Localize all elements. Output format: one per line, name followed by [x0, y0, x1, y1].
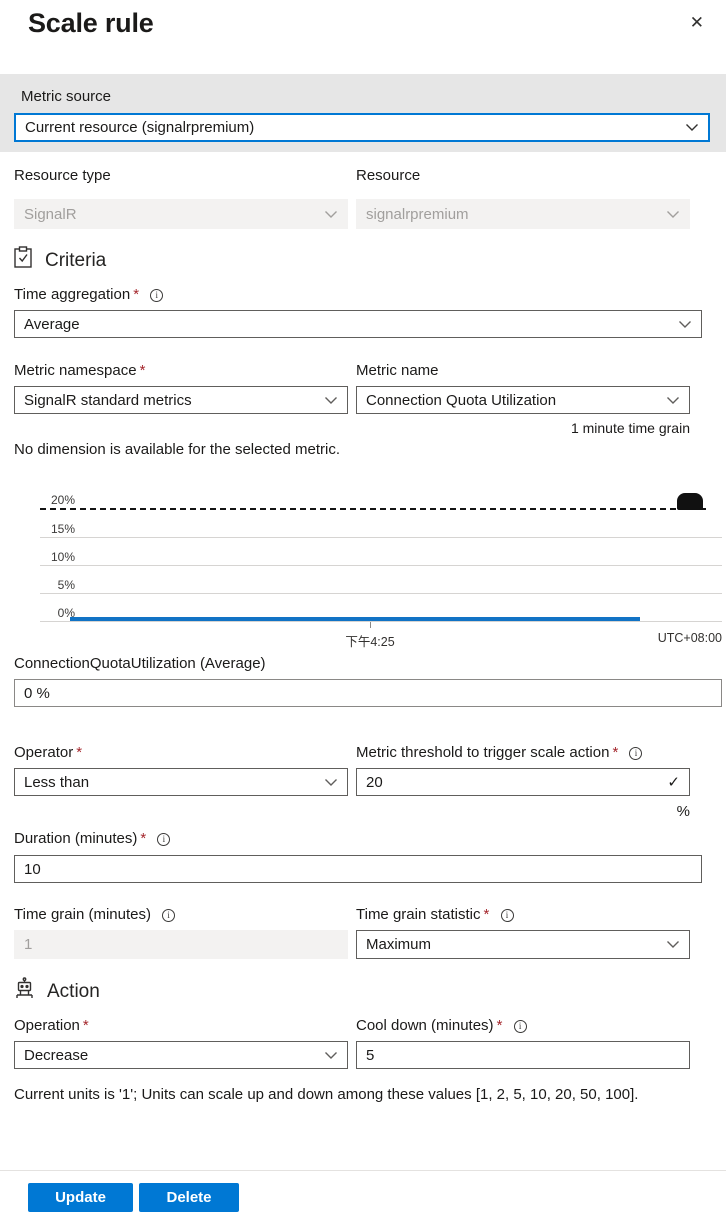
required-asterisk: * [497, 1017, 503, 1034]
duration-label: Duration (minutes)* i [14, 830, 170, 847]
metric-name-dropdown[interactable]: Connection Quota Utilization [356, 386, 690, 414]
operator-dropdown[interactable]: Less than [14, 768, 348, 796]
duration-input[interactable]: 10 [14, 855, 702, 883]
info-icon[interactable]: i [629, 747, 642, 760]
metric-namespace-label: Metric namespace* [14, 362, 145, 379]
required-asterisk: * [140, 830, 146, 847]
robot-icon [14, 977, 35, 1006]
valid-check-icon: ✓ [667, 773, 680, 791]
operator-label: Operator* [14, 744, 82, 761]
threshold-drag-handle[interactable] [677, 493, 703, 510]
metric-name-label: Metric name [356, 362, 439, 379]
metric-source-value: Current resource (signalrpremium) [25, 119, 254, 136]
info-icon[interactable]: i [157, 833, 170, 846]
time-grain-statistic-value: Maximum [366, 936, 431, 953]
time-aggregation-label: Time aggregation* i [14, 286, 163, 303]
required-asterisk: * [76, 744, 82, 761]
metric-source-band: Metric source Current resource (signalrp… [0, 74, 726, 152]
y-tick: 15% [15, 522, 75, 536]
time-grain-statistic-dropdown[interactable]: Maximum [356, 930, 690, 959]
chevron-down-icon [666, 206, 680, 223]
chevron-down-icon [324, 392, 338, 409]
info-icon[interactable]: i [162, 909, 175, 922]
close-icon[interactable]: ✕ [690, 14, 704, 31]
cooldown-label: Cool down (minutes)* i [356, 1017, 527, 1034]
chevron-down-icon [678, 316, 692, 333]
action-section-title: Action [47, 981, 100, 1003]
chevron-down-icon [324, 1047, 338, 1064]
timezone-label: UTC+08:00 [658, 631, 722, 645]
scale-rule-panel: Scale rule ✕ Metric source Current resou… [0, 0, 726, 1232]
chevron-down-icon [666, 936, 680, 953]
update-button[interactable]: Update [28, 1183, 133, 1212]
criteria-section-title: Criteria [45, 250, 106, 272]
chevron-down-icon [324, 206, 338, 223]
metric-value-field: 0 % [14, 679, 722, 707]
required-asterisk: * [133, 286, 139, 303]
time-aggregation-dropdown[interactable]: Average [14, 310, 702, 338]
clipboard-check-icon [14, 246, 33, 275]
gridline [40, 621, 722, 622]
gridline [40, 537, 722, 538]
resource-value: signalrpremium [366, 206, 469, 223]
dimension-note: No dimension is available for the select… [14, 441, 340, 458]
criteria-section-header: Criteria [14, 246, 106, 275]
threshold-label: Metric threshold to trigger scale action… [356, 744, 642, 761]
x-tick-mark [370, 622, 371, 628]
required-asterisk: * [483, 906, 489, 923]
resource-type-dropdown: SignalR [14, 199, 348, 229]
threshold-value: 20 [366, 774, 383, 791]
resource-type-value: SignalR [24, 206, 77, 223]
info-icon[interactable]: i [514, 1020, 527, 1033]
resource-type-label: Resource type [14, 167, 111, 184]
y-tick: 0% [15, 606, 75, 620]
chevron-down-icon [666, 392, 680, 409]
threshold-line [40, 508, 706, 510]
gridline [40, 593, 722, 594]
units-note: Current units is '1'; Units can scale up… [14, 1086, 638, 1103]
resource-dropdown: signalrpremium [356, 199, 690, 229]
metric-source-label: Metric source [21, 88, 111, 105]
y-tick: 5% [15, 578, 75, 592]
chevron-down-icon [685, 119, 699, 136]
operator-value: Less than [24, 774, 89, 791]
required-asterisk: * [140, 362, 146, 379]
metric-value-label: ConnectionQuotaUtilization (Average) [14, 655, 266, 672]
page-title: Scale rule [28, 8, 154, 39]
time-aggregation-value: Average [24, 316, 80, 333]
resource-label: Resource [356, 167, 420, 184]
y-tick: 10% [15, 550, 75, 564]
operation-label: Operation* [14, 1017, 89, 1034]
cooldown-input[interactable]: 5 [356, 1041, 690, 1069]
gridline [40, 565, 722, 566]
y-tick: 20% [15, 493, 75, 507]
time-grain-input: 1 [14, 930, 348, 959]
metric-series-line [70, 617, 640, 621]
operation-value: Decrease [24, 1047, 88, 1064]
time-grain-label: Time grain (minutes) i [14, 906, 175, 923]
metric-name-value: Connection Quota Utilization [366, 392, 556, 409]
info-icon[interactable]: i [501, 909, 514, 922]
delete-button[interactable]: Delete [139, 1183, 239, 1212]
metric-source-dropdown[interactable]: Current resource (signalrpremium) [14, 113, 710, 142]
x-tick-label: 下午4:25 [320, 631, 420, 650]
chevron-down-icon [324, 774, 338, 791]
threshold-input[interactable]: 20 ✓ [356, 768, 690, 796]
footer-divider [0, 1170, 726, 1171]
required-asterisk: * [83, 1017, 89, 1034]
threshold-unit: % [677, 803, 690, 820]
time-grain-note: 1 minute time grain [571, 420, 690, 436]
required-asterisk: * [612, 744, 618, 761]
action-section-header: Action [14, 977, 100, 1006]
metric-namespace-value: SignalR standard metrics [24, 392, 192, 409]
operation-dropdown[interactable]: Decrease [14, 1041, 348, 1069]
metric-namespace-dropdown[interactable]: SignalR standard metrics [14, 386, 348, 414]
time-grain-statistic-label: Time grain statistic* i [356, 906, 514, 923]
info-icon[interactable]: i [150, 289, 163, 302]
metric-chart: 20% 15% 10% 5% 0% 下午4:25 UTC+08:00 [0, 465, 726, 653]
